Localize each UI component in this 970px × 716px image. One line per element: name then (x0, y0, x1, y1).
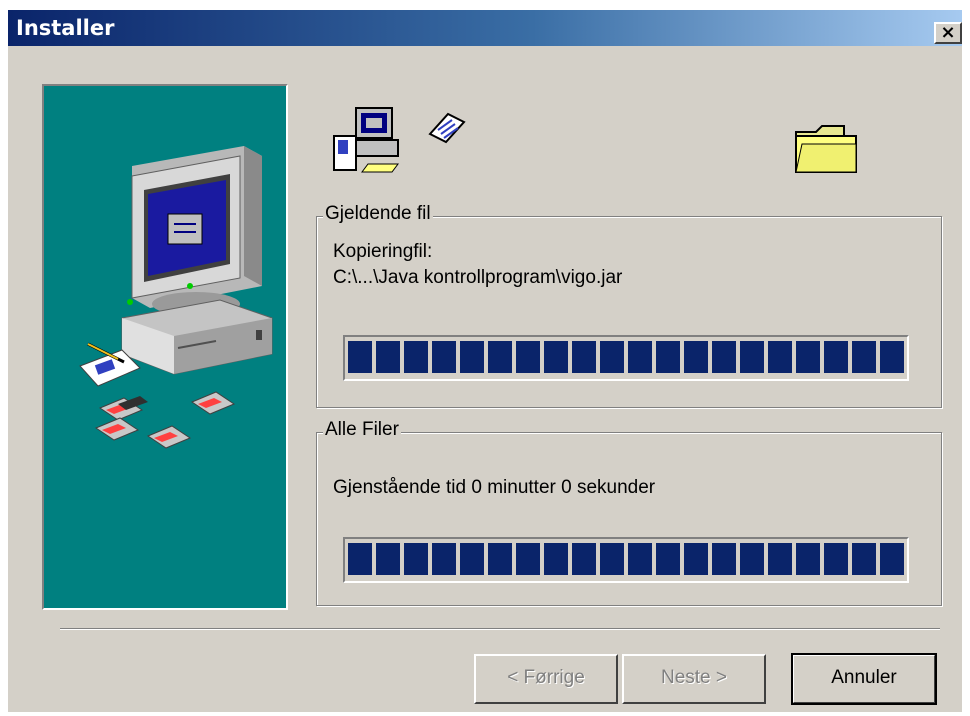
all-files-group: Alle Filer Gjenstående tid 0 minutter 0 … (316, 419, 942, 606)
title-bar[interactable]: Installer × (8, 10, 962, 46)
current-file-progress (343, 335, 909, 381)
progress-segment (796, 543, 820, 575)
progress-segment (852, 543, 876, 575)
flying-document-icon (428, 112, 466, 144)
progress-segment (628, 341, 652, 373)
progress-segment (880, 543, 904, 575)
current-file-group: Gjeldende fil Kopieringfil: C:\...\Java … (316, 203, 942, 408)
progress-segment (656, 543, 680, 575)
copying-file-path: C:\...\Java kontrollprogram\vigo.jar (333, 267, 623, 288)
progress-segment (740, 543, 764, 575)
progress-segment (404, 341, 428, 373)
progress-segment (460, 341, 484, 373)
progress-segment (824, 543, 848, 575)
progress-segment (824, 341, 848, 373)
progress-segment (880, 341, 904, 373)
back-button[interactable]: < Førrige (474, 654, 618, 704)
progress-segment (852, 341, 876, 373)
progress-segment (684, 341, 708, 373)
remaining-time-text: Gjenstående tid 0 minutter 0 sekunder (333, 477, 656, 498)
progress-segment (712, 341, 736, 373)
progress-segment (628, 543, 652, 575)
progress-segment (712, 543, 736, 575)
close-button[interactable]: × (934, 22, 962, 44)
next-button[interactable]: Neste > (622, 654, 766, 704)
folder-icon (795, 125, 857, 173)
computer-setup-icon (333, 107, 399, 173)
current-file-label: Gjeldende fil (323, 203, 433, 225)
progress-segment (740, 341, 764, 373)
progress-segment (376, 543, 400, 575)
progress-segment (432, 543, 456, 575)
progress-segment (516, 543, 540, 575)
progress-segment (600, 543, 624, 575)
progress-segment (460, 543, 484, 575)
progress-segment (488, 543, 512, 575)
progress-segment (796, 341, 820, 373)
cancel-button[interactable]: Annuler (791, 653, 937, 705)
progress-segment (488, 341, 512, 373)
progress-segment (768, 341, 792, 373)
all-files-label: Alle Filer (323, 419, 401, 441)
computer-illustration-icon (79, 146, 273, 449)
progress-segment (600, 341, 624, 373)
progress-segment (572, 341, 596, 373)
progress-segment (544, 543, 568, 575)
button-separator (60, 628, 940, 630)
progress-segment (768, 543, 792, 575)
close-icon: × (940, 22, 956, 43)
progress-segment (348, 543, 372, 575)
progress-segment (684, 543, 708, 575)
progress-segment (432, 341, 456, 373)
all-files-progress (343, 537, 909, 583)
progress-segment (572, 543, 596, 575)
progress-segment (376, 341, 400, 373)
progress-segment (544, 341, 568, 373)
progress-segment (404, 543, 428, 575)
progress-segment (516, 341, 540, 373)
installer-window: Installer × Gjeldende fil Kopieringfil: … (8, 10, 962, 712)
window-title: Installer (16, 16, 115, 40)
progress-segment (348, 341, 372, 373)
illustration-panel (42, 84, 288, 610)
progress-segment (656, 341, 680, 373)
copying-file-label: Kopieringfil: (333, 241, 433, 262)
